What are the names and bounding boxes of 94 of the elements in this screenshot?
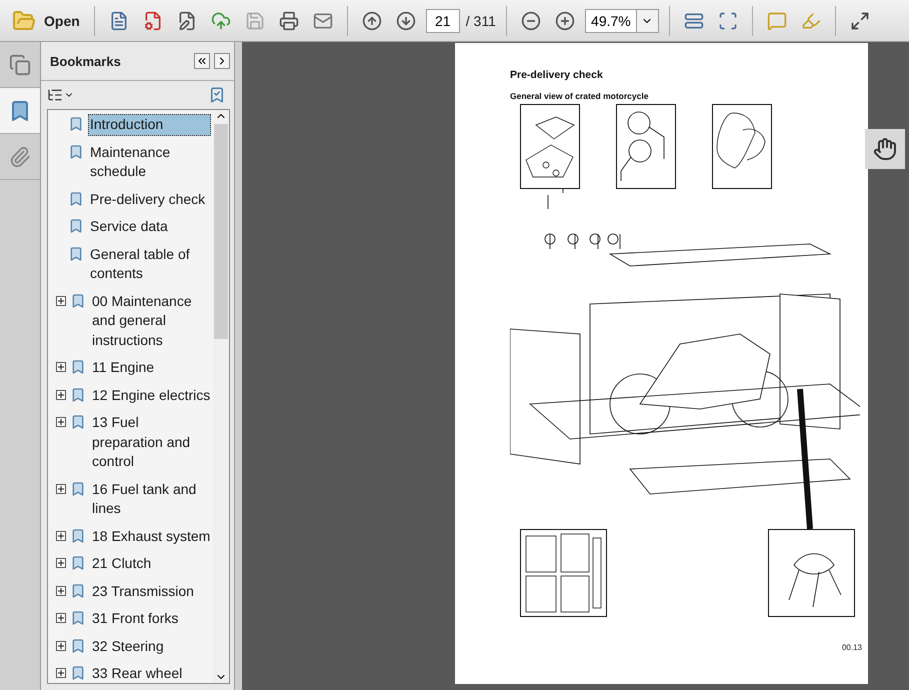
bookmark-icon: [70, 292, 86, 308]
bookmark-item[interactable]: 13 Fuel preparation and control: [90, 412, 213, 472]
bookmark-icon: [70, 610, 86, 626]
bookmark-icon: [70, 582, 86, 598]
plus-icon: [57, 532, 65, 540]
collapse-button[interactable]: [194, 53, 210, 69]
plus-icon: [57, 418, 65, 426]
arrow-up-icon: [362, 10, 382, 30]
expand-toggle[interactable]: [56, 640, 66, 650]
page-subheading: General view of crated motorcycle: [510, 91, 650, 101]
plus-icon: [57, 363, 65, 371]
plus-icon: [57, 614, 65, 622]
hand-icon: [873, 137, 897, 161]
expand-toggle[interactable]: [56, 296, 66, 306]
bookmark-item[interactable]: 21 Clutch: [90, 553, 213, 574]
zoom-field[interactable]: 49.7%: [584, 8, 637, 32]
bookmark-icon: [68, 116, 84, 132]
bookmark-item[interactable]: 33 Rear wheel: [90, 663, 213, 683]
bookmark-icon: [208, 86, 226, 104]
full-screen-icon: [850, 10, 870, 30]
panel-title: Bookmarks: [50, 54, 122, 68]
open-button[interactable]: Open: [8, 6, 84, 34]
bookmark-item[interactable]: 32 Steering: [90, 636, 213, 657]
bookmark-icon: [70, 528, 86, 544]
zoom-dropdown-button[interactable]: [636, 8, 659, 32]
mail-icon: [312, 10, 333, 30]
double-chevron-icon: [196, 55, 208, 67]
bookmark-item[interactable]: 16 Fuel tank and lines: [90, 478, 213, 520]
print-icon: [278, 10, 299, 30]
plus-icon: [57, 669, 65, 677]
bookmark-item[interactable]: 00 Maintenance and general instructions: [90, 290, 213, 351]
bookmark-icon: [70, 480, 86, 496]
bookmark-item[interactable]: Maintenance schedule: [88, 142, 211, 182]
expand-toggle[interactable]: [56, 530, 66, 540]
document-gear-icon: [142, 10, 163, 30]
pages-icon: [9, 54, 31, 76]
document-pen-icon: [176, 10, 197, 30]
bookmark-icon: [70, 414, 86, 430]
folder-icon: [12, 8, 36, 32]
plus-icon: [57, 642, 65, 650]
plus-icon: [57, 484, 65, 492]
plus-icon: [57, 586, 65, 594]
expand-toggle[interactable]: [56, 484, 66, 494]
page-number: 00.13: [842, 643, 862, 652]
bookmark-item[interactable]: 18 Exhaust system: [90, 526, 213, 547]
bookmark-icon: [70, 555, 86, 571]
expand-toggle[interactable]: [56, 613, 66, 623]
arrow-down-icon: [396, 10, 416, 30]
options-button[interactable]: [47, 87, 74, 103]
bookmark-action-button[interactable]: [208, 86, 226, 104]
sidebar-tab[interactable]: [0, 88, 40, 134]
bookmark-icon: [70, 386, 86, 402]
bookmark-item[interactable]: Introduction: [88, 114, 211, 136]
bookmark-icon: [70, 359, 86, 375]
bookmark-item[interactable]: 12 Engine electrics: [90, 384, 213, 406]
plus-icon: [57, 390, 65, 398]
document-icon: [108, 10, 129, 30]
bookmark-icon: [68, 190, 84, 206]
expand-toggle[interactable]: [56, 417, 66, 427]
list-icon: [47, 87, 63, 103]
expand-toggle[interactable]: [56, 586, 66, 596]
expand-toggle[interactable]: [56, 362, 66, 372]
highlighter-icon: [800, 10, 821, 30]
bookmark-item[interactable]: 23 Transmission: [90, 580, 213, 602]
tools-pane-button[interactable]: [865, 129, 905, 169]
bookmark-icon: [70, 665, 86, 681]
bookmark-icon: [68, 144, 84, 160]
bookmark-icon: [70, 638, 86, 654]
bookmark-item[interactable]: 11 Engine: [90, 357, 213, 378]
bookmark-item[interactable]: Service data: [88, 216, 211, 238]
comment-icon: [766, 10, 787, 30]
expand-toggle[interactable]: [56, 558, 66, 568]
upload-icon: [210, 10, 231, 30]
bookmark-icon: [68, 218, 84, 234]
bookmark-icon: [68, 246, 84, 262]
zoom-in-icon: [554, 10, 575, 30]
plus-icon: [57, 559, 65, 567]
plus-icon: [57, 296, 65, 304]
paperclip-icon: [9, 146, 31, 168]
page-total: / 311: [466, 12, 496, 28]
fit-page-icon: [718, 10, 738, 30]
expand-toggle[interactable]: [56, 390, 66, 400]
bookmark-item[interactable]: Pre-delivery check: [88, 188, 211, 210]
expand-toggle[interactable]: [56, 668, 66, 678]
scrollbar-thumb[interactable]: [214, 124, 228, 339]
page-heading: Pre-delivery check: [510, 69, 604, 81]
save-icon: [244, 10, 265, 30]
expand-button[interactable]: [214, 53, 230, 69]
page-number-field[interactable]: 21: [426, 8, 460, 32]
fit-width-icon: [684, 10, 704, 30]
scrollbar[interactable]: [213, 110, 229, 683]
zoom-out-icon: [520, 10, 541, 30]
bookmark-item[interactable]: 31 Front forks: [90, 608, 213, 630]
bookmark-item[interactable]: General table of contents: [88, 244, 211, 284]
